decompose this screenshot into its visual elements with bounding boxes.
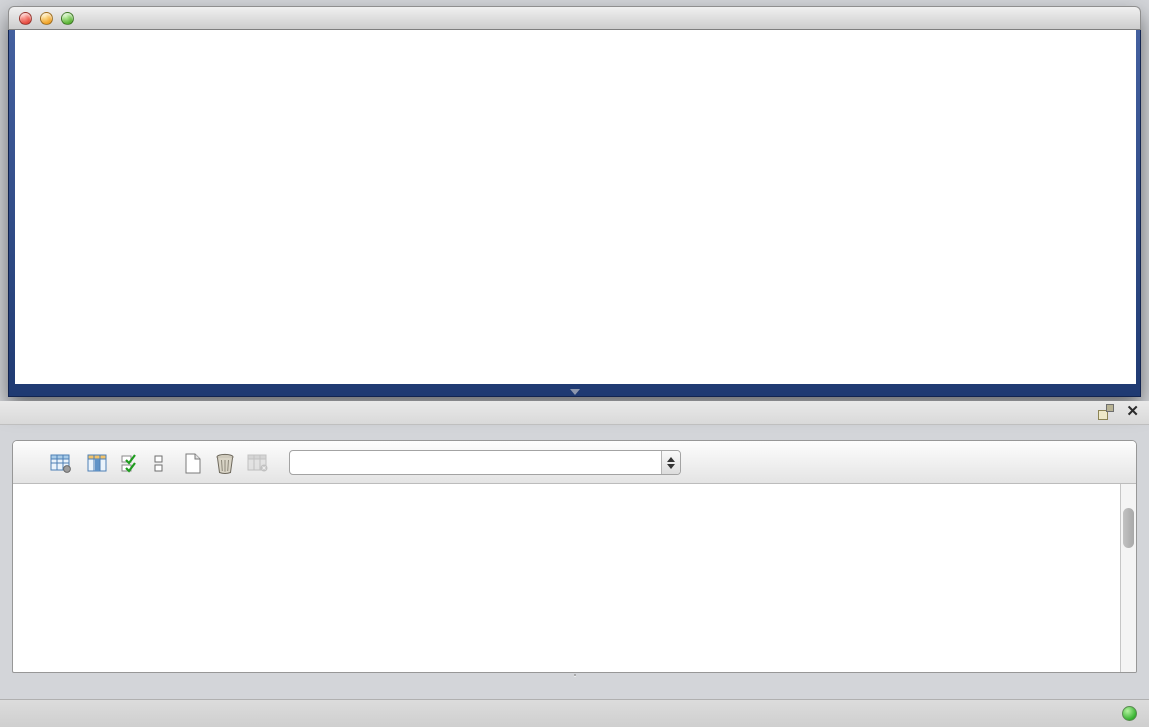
table-panel-header: ✕ [0, 401, 1149, 425]
delete-button[interactable] [211, 449, 239, 477]
delete-table-button[interactable] [244, 449, 272, 477]
minimize-window-button[interactable] [40, 12, 53, 25]
select-rows-icon [121, 454, 141, 473]
network-view-window [8, 6, 1141, 397]
select-rows-button[interactable] [117, 449, 145, 477]
new-document-button[interactable] [179, 449, 207, 477]
memory-status-led[interactable] [1122, 706, 1137, 721]
row-options-button[interactable] [145, 449, 173, 477]
table-mode-tabs [0, 674, 1149, 676]
table-settings-icon [50, 454, 72, 473]
zoom-window-button[interactable] [61, 12, 74, 25]
network-canvas[interactable] [15, 30, 1136, 384]
table-settings-button[interactable] [47, 449, 75, 477]
table-panel-body [12, 440, 1137, 673]
table-scrollbar[interactable] [1120, 484, 1136, 672]
split-pane-grip[interactable] [570, 389, 580, 395]
window-titlebar[interactable] [8, 6, 1141, 30]
table-toolbar [13, 441, 1136, 484]
trash-icon [215, 453, 235, 474]
dropdown-stepper-icon [661, 451, 680, 474]
scrollbar-thumb[interactable] [1123, 508, 1134, 548]
column-chooser-button[interactable] [84, 449, 112, 477]
float-panel-icon[interactable] [1098, 404, 1114, 420]
network-selector-dropdown[interactable] [289, 450, 681, 475]
delete-table-icon [247, 454, 269, 473]
new-document-icon [184, 453, 202, 474]
status-bar [0, 699, 1149, 727]
row-options-icon [153, 454, 165, 473]
close-window-button[interactable] [19, 12, 32, 25]
column-chooser-icon [87, 454, 109, 473]
close-panel-icon[interactable]: ✕ [1126, 404, 1139, 420]
network-frame [8, 30, 1141, 397]
